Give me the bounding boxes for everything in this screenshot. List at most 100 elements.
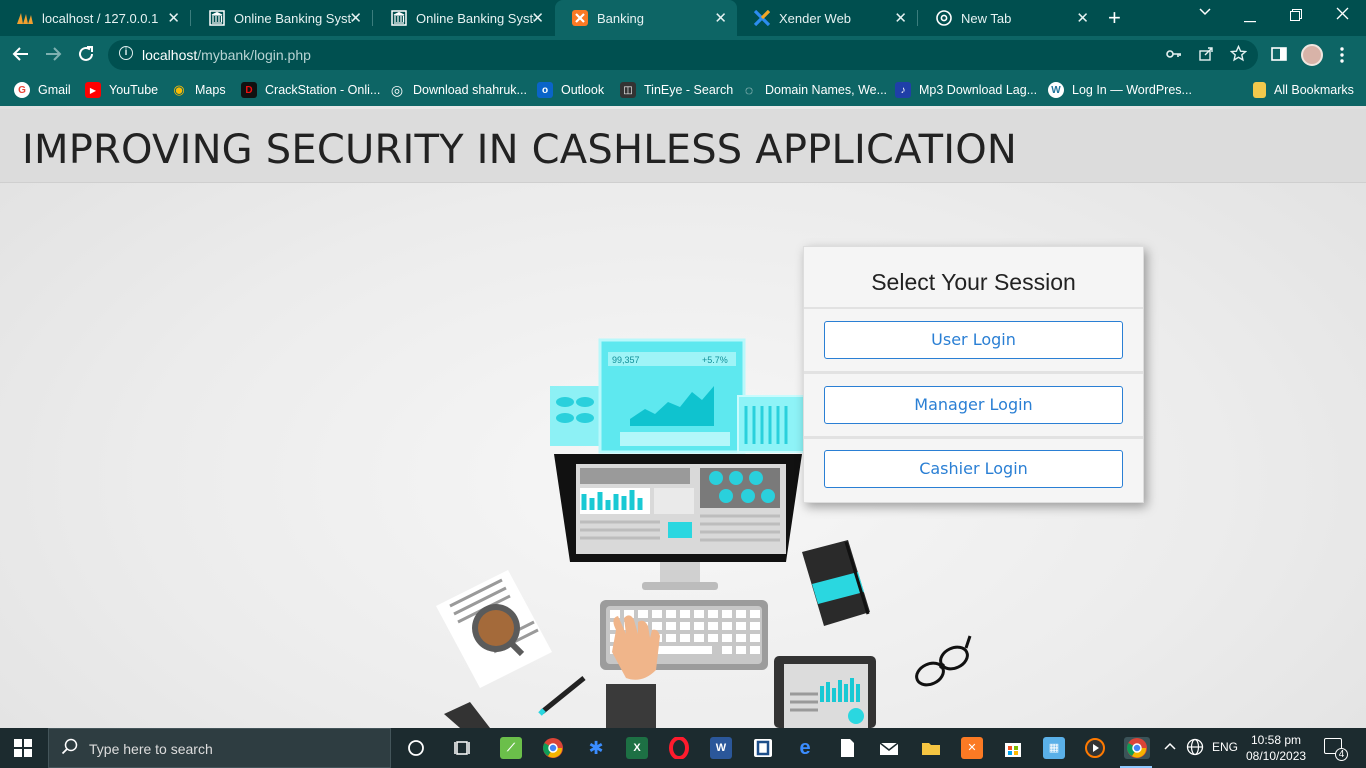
network-globe-icon[interactable]: [1186, 738, 1204, 759]
task-view-icon[interactable]: [452, 737, 474, 759]
bookmark-domain-names[interactable]: ◌ Domain Names, We...: [741, 82, 887, 98]
language-indicator[interactable]: ENG: [1212, 740, 1238, 754]
new-tab-icon[interactable]: +: [1108, 5, 1121, 31]
edge-icon[interactable]: e: [794, 737, 816, 759]
stylus: [538, 676, 586, 716]
restore-icon[interactable]: [1290, 8, 1302, 26]
url-host: localhost: [142, 47, 198, 63]
close-tab-icon[interactable]: ✕: [349, 9, 362, 27]
tab-title: Online Banking System: [234, 10, 352, 26]
close-tab-icon[interactable]: ✕: [167, 9, 180, 27]
bookmark-mp3-download[interactable]: ♪ Mp3 Download Lag...: [895, 82, 1037, 98]
excel-icon[interactable]: X: [626, 737, 648, 759]
tab-online-banking-1[interactable]: Online Banking System ✕: [192, 0, 372, 36]
tab-new-tab[interactable]: New Tab ✕: [919, 0, 1099, 36]
chrome-icon: [935, 9, 953, 27]
sublime-leaf-icon[interactable]: ⟋: [500, 737, 522, 759]
close-window-icon[interactable]: [1336, 7, 1349, 25]
bookmark-gmail[interactable]: G Gmail: [14, 82, 71, 98]
chrome-active-taskbar-icon[interactable]: [1124, 737, 1150, 759]
all-bookmarks[interactable]: All Bookmarks: [1253, 82, 1354, 98]
tablet: [774, 656, 876, 728]
vscode-style-icon[interactable]: [752, 737, 774, 759]
floating-panel-right: [737, 395, 805, 453]
bookmark-label: Mp3 Download Lag...: [919, 83, 1038, 97]
close-tab-icon[interactable]: ✕: [1076, 9, 1089, 27]
tab-phpmyadmin[interactable]: localhost / 127.0.0.1 / ✕: [0, 0, 190, 36]
forward-icon[interactable]: [44, 45, 62, 69]
bank-icon: [390, 9, 408, 27]
windows-taskbar: Type here to search ⟋ ✱ X W e ✕ ▦ ENG 10…: [0, 728, 1366, 768]
notification-center-icon[interactable]: 4: [1324, 738, 1348, 761]
close-tab-icon[interactable]: ✕: [894, 9, 907, 27]
cortana-icon[interactable]: [405, 737, 427, 759]
key-icon[interactable]: [1166, 47, 1182, 65]
bookmark-label: Log In — WordPres...: [1072, 83, 1192, 97]
screen-value: 99,357: [612, 355, 640, 365]
glasses: [915, 635, 972, 687]
url-path: /mybank/login.php: [197, 47, 311, 63]
divider: [804, 371, 1143, 374]
browser-tab-strip: localhost / 127.0.0.1 / ✕ Online Banking…: [0, 0, 1366, 36]
windows-start-icon[interactable]: [14, 739, 32, 757]
mail-icon[interactable]: [878, 737, 900, 759]
opera-icon[interactable]: [668, 736, 690, 760]
bookmark-download-shahruk[interactable]: ◎ Download shahruk...: [389, 82, 527, 98]
tab-xender[interactable]: Xender Web ✕: [737, 0, 917, 36]
tab-online-banking-2[interactable]: Online Banking System ✕: [374, 0, 554, 36]
side-panel-icon[interactable]: [1271, 47, 1287, 66]
bookmark-maps[interactable]: ◉ Maps: [171, 82, 225, 98]
media-player-icon[interactable]: [1084, 737, 1106, 759]
clock-date: 08/10/2023: [1246, 749, 1307, 763]
reload-icon[interactable]: [77, 45, 95, 69]
close-tab-icon[interactable]: ✕: [531, 9, 544, 27]
xampp-taskbar-icon[interactable]: ✕: [961, 737, 983, 759]
user-login-button[interactable]: User Login: [824, 321, 1123, 359]
bookmark-outlook[interactable]: o Outlook: [537, 82, 604, 98]
maps-icon: ◉: [173, 82, 185, 97]
session-heading: Select Your Session: [871, 269, 1076, 295]
bookmark-wordpress[interactable]: W Log In — WordPres...: [1048, 82, 1192, 98]
youtube-icon: ▶: [85, 82, 101, 98]
site-info-icon[interactable]: i: [119, 46, 133, 60]
chrome-menu-icon[interactable]: [1340, 47, 1344, 68]
word-icon[interactable]: W: [710, 737, 732, 759]
search-placeholder: Type here to search: [89, 741, 213, 757]
system-clock[interactable]: 10:58 pm 08/10/2023: [1246, 732, 1306, 764]
cashier-login-button[interactable]: Cashier Login: [824, 450, 1123, 488]
globe-icon: ◎: [390, 81, 404, 98]
address-url[interactable]: localhost/mybank/login.php: [142, 47, 311, 63]
file-icon[interactable]: [836, 737, 858, 759]
tab-search-icon[interactable]: [1198, 4, 1212, 22]
outlook-icon: o: [537, 82, 553, 98]
tab-title: Xender Web: [779, 10, 852, 26]
bookmark-label: Domain Names, We...: [765, 83, 888, 97]
gmail-icon: G: [14, 82, 30, 98]
bluetooth-icon[interactable]: ✱: [585, 737, 607, 759]
bookmark-youtube[interactable]: ▶ YouTube: [85, 82, 158, 98]
control-panel-icon[interactable]: ▦: [1043, 737, 1065, 759]
manager-login-button[interactable]: Manager Login: [824, 386, 1123, 424]
xender-icon: [753, 9, 771, 27]
clock-time: 10:58 pm: [1251, 733, 1302, 747]
tab-banking[interactable]: Banking ✕: [555, 0, 737, 36]
address-bar[interactable]: i localhost/mybank/login.php: [108, 40, 1258, 70]
tab-title: Banking: [597, 10, 644, 26]
bookmark-tineye[interactable]: ◫ TinEye - Search: [620, 82, 733, 98]
bookmark-label: YouTube: [109, 83, 159, 97]
minimize-icon[interactable]: [1244, 10, 1256, 28]
bookmark-star-icon[interactable]: [1229, 44, 1248, 66]
store-icon[interactable]: [1002, 737, 1024, 759]
show-hidden-icons[interactable]: [1164, 740, 1176, 754]
bookmark-crackstation[interactable]: D CrackStation - Onli...: [241, 82, 380, 98]
chrome-taskbar-icon[interactable]: [542, 737, 564, 759]
phpmyadmin-icon: [16, 9, 34, 27]
back-icon[interactable]: [12, 45, 30, 69]
taskbar-search-box[interactable]: Type here to search: [48, 728, 391, 768]
share-icon[interactable]: [1198, 46, 1214, 66]
close-tab-icon[interactable]: ✕: [714, 9, 727, 27]
xampp-icon: [571, 9, 589, 27]
tab-title: Online Banking System: [416, 10, 534, 26]
profile-avatar[interactable]: [1301, 44, 1323, 66]
file-explorer-icon[interactable]: [920, 737, 942, 759]
